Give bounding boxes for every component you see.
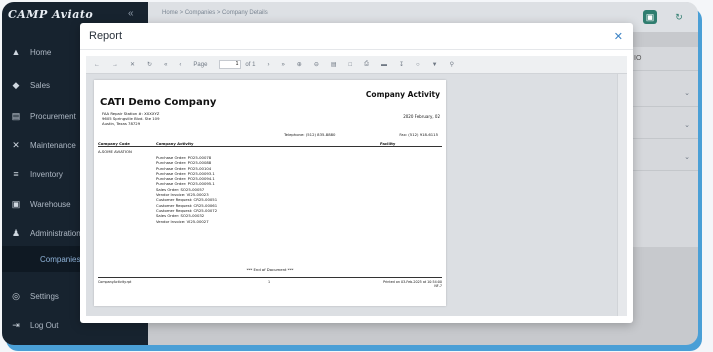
modal-header: Report ✕	[80, 23, 633, 50]
report-address: FAA Repair Station #: XXXXYZ 9605 Spring…	[102, 111, 160, 126]
tools-icon: ✕	[12, 139, 20, 150]
background-dropdown[interactable]: ⌄	[632, 83, 698, 107]
sidebar-item-label: Maintenance	[30, 140, 76, 150]
activity-item: Purchase Order: PO25-00088	[156, 160, 212, 166]
refresh-icon[interactable]: ↻	[147, 61, 152, 68]
close-icon[interactable]: ✕	[614, 30, 623, 43]
report-footer: CompanyActivity.rpt 1 Printed on 03-Feb-…	[98, 277, 442, 291]
report-company-code: A-SOME AVIATION	[98, 149, 132, 154]
column-header-code: Company Code	[98, 141, 130, 146]
sidebar-item-label: Administration	[30, 228, 81, 238]
export-icon[interactable]: ↧	[399, 61, 404, 68]
forward-icon[interactable]: →	[112, 62, 118, 68]
inventory-icon: ≡	[13, 169, 19, 179]
report-title: Company Activity	[365, 90, 440, 99]
stop-icon[interactable]: ✕	[130, 61, 135, 68]
report-telephone: Telephone: (512) 835-8880	[284, 132, 336, 137]
footer-page-number: 1	[268, 280, 271, 284]
logout-icon: ⇥	[12, 319, 20, 330]
address-line: Austin, Texas 78729	[102, 121, 141, 126]
background-field-label: IO	[634, 55, 642, 62]
background-field: IO	[632, 47, 698, 71]
activity-item: Customer Request: CR25-00051	[156, 197, 218, 203]
cart-icon: ▤	[11, 110, 21, 121]
sidebar-item-label: Warehouse	[30, 199, 71, 209]
search-icon[interactable]: ⚲	[450, 61, 454, 68]
sidebar-item-label: Home	[30, 47, 52, 57]
settings-icon: ◎	[12, 290, 20, 301]
print-icon[interactable]: ⎙	[364, 61, 369, 68]
column-header-activity: Company Activity	[156, 141, 194, 146]
activity-item: Vendor Invoice: VI25-00027	[156, 218, 209, 224]
report-modal: Report ✕ ← → ✕ ↻ « ‹ Page 1 of 1 › » ⊕ ⊖…	[80, 23, 633, 323]
page-label: Page	[193, 61, 208, 68]
warehouse-icon: ▣	[11, 198, 21, 209]
filter-icon[interactable]: ▼	[432, 62, 438, 68]
report-column-headers: Company Code Company Activity Facility	[98, 140, 442, 147]
report-viewer: ← → ✕ ↻ « ‹ Page 1 of 1 › » ⊕ ⊖ ▤ □ ⎙ ▬ …	[86, 56, 627, 316]
footer-printed-line: Printed on 03-Feb-2025 at 10:54:00	[383, 280, 442, 284]
column-header-facility: Facility	[380, 141, 396, 146]
sidebar-item-label: Procurement	[30, 111, 76, 121]
activity-item: Purchase Order: PO25-00095.1	[156, 181, 215, 187]
report-date: 2020 February, 02	[403, 114, 440, 119]
layout-icon[interactable]: ▬	[381, 62, 387, 68]
report-page: Company Activity CATI Demo Company 2020 …	[94, 80, 446, 306]
home-icon: ▲	[11, 47, 21, 57]
background-dropdown[interactable]: ⌄	[632, 147, 698, 171]
breadcrumb: Home > Companies > Company Details	[162, 10, 268, 16]
report-toolbar: ← → ✕ ↻ « ‹ Page 1 of 1 › » ⊕ ⊖ ▤ □ ⎙ ▬ …	[86, 56, 627, 74]
report-activity-list: Purchase Order: PO25-00078 Purchase Orde…	[156, 155, 217, 224]
sidebar-item-label: Settings	[30, 291, 59, 301]
tag-icon: ◆	[12, 79, 20, 90]
zoom-in-icon[interactable]: ⊕	[297, 61, 302, 68]
sidebar-item-label: Inventory	[30, 169, 63, 179]
prev-page-icon[interactable]: ‹	[179, 62, 181, 68]
parameters-icon[interactable]: ○	[416, 62, 420, 68]
chevron-down-icon: ⌄	[684, 122, 690, 129]
report-company-name: CATI Demo Company	[100, 97, 217, 108]
back-icon[interactable]: ←	[94, 62, 100, 68]
report-fax: Fax: (512) 918-6115	[399, 132, 438, 137]
sidebar-item-label: Log Out	[30, 320, 59, 330]
zoom-out-icon[interactable]: ⊖	[314, 61, 319, 68]
footer-filename: CompanyActivity.rpt	[98, 280, 132, 284]
modal-title: Report	[89, 30, 123, 42]
brand-logo: CAMP Aviato	[8, 8, 94, 21]
page-number-input[interactable]: 1	[219, 60, 242, 69]
history-icon[interactable]: ↻	[672, 10, 686, 24]
next-page-icon[interactable]: ›	[267, 62, 269, 68]
fit-page-icon[interactable]: ▤	[331, 61, 337, 68]
first-page-icon[interactable]: «	[164, 62, 167, 68]
chevron-down-icon: ⌄	[684, 90, 690, 97]
viewer-scrollbar[interactable]	[617, 74, 627, 316]
footer-printed-on: Printed on 03-Feb-2025 at 10:54:00 NF-7	[383, 280, 442, 288]
page-count: of 1	[245, 61, 256, 68]
app-window: CAMP Aviato « ▲ Home ◆ Sales ▤ Procureme…	[2, 2, 698, 345]
admin-icon: ♟	[11, 227, 21, 238]
document-icon[interactable]: □	[349, 62, 353, 68]
sidebar-item-label: Companies	[40, 254, 81, 264]
collapse-sidebar-icon[interactable]: «	[128, 8, 134, 19]
footer-code: NF-7	[434, 284, 442, 288]
last-page-icon[interactable]: »	[281, 62, 284, 68]
chevron-down-icon: ⌄	[684, 154, 690, 161]
background-dropdown[interactable]: ⌄	[632, 115, 698, 139]
report-end-marker: *** End of Document ***	[246, 267, 294, 272]
background-form: IO ⌄ ⌄ ⌄	[632, 47, 698, 247]
save-icon[interactable]: ▣	[643, 10, 657, 24]
sidebar-item-label: Sales	[30, 80, 51, 90]
